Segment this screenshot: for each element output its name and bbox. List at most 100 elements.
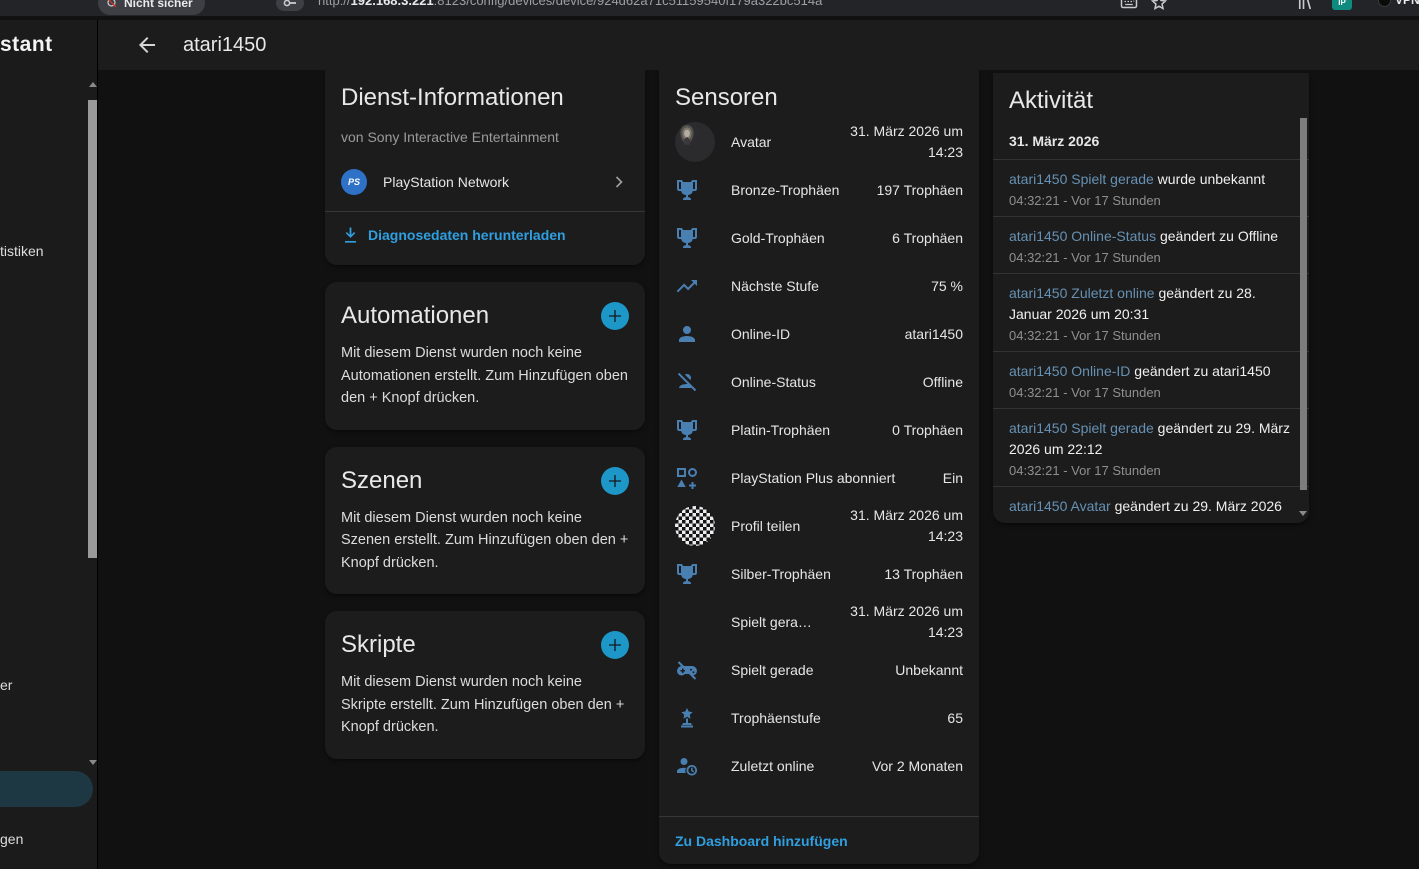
sensor-row[interactable]: Online-ID atari1450 <box>659 310 979 358</box>
back-arrow-icon[interactable] <box>135 33 159 57</box>
share-profile-qr-image <box>675 506 715 546</box>
sensor-value: atari1450 <box>905 324 963 345</box>
plus-icon <box>607 637 623 653</box>
sensor-row[interactable]: Platin-Trophäen 0 Trophäen <box>659 406 979 454</box>
activity-scrollbar-thumb[interactable] <box>1300 118 1307 490</box>
blank-icon <box>675 610 699 634</box>
logbook-entity-link[interactable]: atari1450 Zuletzt online <box>1009 285 1155 301</box>
sensor-row[interactable]: Profil teilen 31. März 2026 um 14:23 <box>659 502 979 550</box>
sensor-label: Gold-Trophäen <box>731 230 876 246</box>
sensor-icon-slot <box>675 122 715 162</box>
plus-icon <box>607 308 623 324</box>
account-icon <box>675 322 699 346</box>
logbook-entry: atari1450 Zuletzt online geändert zu 28.… <box>993 273 1309 351</box>
sidebar-scrollbar[interactable] <box>88 80 97 780</box>
trophy-icon <box>675 418 699 442</box>
empty-state-card: Skripte Mit diesem Dienst wurden noch ke… <box>325 611 645 759</box>
sensor-label: Nächste Stufe <box>731 278 915 294</box>
sensor-row[interactable]: Silber-Trophäen 13 Trophäen <box>659 550 979 598</box>
logbook-entry: atari1450 Online-Status geändert zu Offl… <box>993 216 1309 273</box>
sensor-value: Ein <box>943 468 963 489</box>
sensor-row[interactable]: Avatar 31. März 2026 um 14:23 <box>659 118 979 166</box>
logbook-entity-link[interactable]: atari1450 Spielt gerade <box>1009 420 1154 436</box>
sensors-title: Sensoren <box>675 82 963 114</box>
add-button[interactable] <box>601 302 629 330</box>
download-diagnostics-link[interactable]: Diagnosedaten herunterladen <box>325 212 645 258</box>
sidebar-item-statistiken-fragment[interactable]: tistiken <box>0 243 44 259</box>
vpn-extension[interactable]: VPN <box>1378 0 1419 7</box>
account-off-icon <box>675 370 699 394</box>
plus-icon <box>607 473 623 489</box>
sensor-icon-slot <box>675 466 715 490</box>
sidebar-selected-item[interactable] <box>0 771 93 807</box>
add-button[interactable] <box>601 467 629 495</box>
empty-card-body: Mit diesem Dienst wurden noch keine Auto… <box>341 342 629 410</box>
logbook-message: atari1450 Online-Status geändert zu Offl… <box>1009 226 1293 247</box>
sidebar-item-benachrichtigungen-fragment[interactable]: gen <box>0 831 23 847</box>
sensor-label: Spielt gerade <box>731 662 879 678</box>
add-button[interactable] <box>601 631 629 659</box>
account-clock-icon <box>675 754 699 778</box>
url-scheme: http:// <box>318 0 351 8</box>
add-to-dashboard-link[interactable]: Zu Dashboard hinzufügen <box>659 817 979 864</box>
logbook-message: atari1450 Avatar geändert zu 29. März 20… <box>1009 496 1293 517</box>
sensor-row[interactable]: Spielt gerade Unbekannt <box>659 646 979 694</box>
logbook-entity-link[interactable]: atari1450 Spielt gerade <box>1009 171 1154 187</box>
sensor-row[interactable]: PlayStation Plus abonniert Ein <box>659 454 979 502</box>
sensor-icon-slot <box>675 178 715 202</box>
sensor-label: Online-ID <box>731 326 889 342</box>
bookmark-star-icon[interactable] <box>1150 0 1168 12</box>
sensor-icon-slot <box>675 418 715 442</box>
sensor-label: PlayStation Plus abonniert <box>731 470 927 486</box>
sensor-row[interactable]: Spielt gera… 31. März 2026 um 14:23 <box>659 598 979 646</box>
toolbar-lines-icon[interactable] <box>1296 0 1314 12</box>
screen: Nicht sicher http://192.168.3.221:8123/c… <box>0 0 1419 869</box>
logbook-timestamp: 04:32:21 - Vor 17 Stunden <box>1009 328 1293 343</box>
sensor-icon-slot <box>675 754 715 778</box>
logbook-message: atari1450 Online-ID geändert zu atari145… <box>1009 361 1293 382</box>
activity-scroll-down-icon[interactable] <box>1299 511 1307 516</box>
sensor-value: 31. März 2026 um 14:23 <box>831 601 963 643</box>
trending-up-icon <box>675 274 699 298</box>
logbook-change-text: geändert zu 29. März 2026 <box>1115 498 1282 514</box>
keyboard-icon[interactable] <box>1120 0 1138 12</box>
url-chip[interactable] <box>276 0 304 11</box>
sensor-row[interactable]: Trophäenstufe 65 <box>659 694 979 742</box>
device-page-content: Dienst-Informationen von Sony Interactiv… <box>98 70 1419 869</box>
sensor-value: 31. März 2026 um 14:23 <box>831 121 963 163</box>
sensor-icon-slot <box>675 322 715 346</box>
not-secure-chip[interactable]: Nicht sicher <box>98 0 205 15</box>
logbook-change-text: geändert zu atari1450 <box>1134 363 1270 379</box>
playstation-shapes-icon <box>675 466 699 490</box>
ip-extension-badge[interactable]: IP <box>1332 0 1352 10</box>
sensor-label: Avatar <box>731 134 815 150</box>
empty-card-title: Szenen <box>341 465 422 497</box>
sensor-value: 197 Trophäen <box>877 180 963 201</box>
logbook-entity-link[interactable]: atari1450 Online-ID <box>1009 363 1130 379</box>
logbook-entity-link[interactable]: atari1450 Online-Status <box>1009 228 1156 244</box>
url-text[interactable]: http://192.168.3.221:8123/config/devices… <box>318 0 822 8</box>
sensor-row[interactable]: Bronze-Trophäen 197 Trophäen <box>659 166 979 214</box>
sensor-value: Unbekannt <box>895 660 963 681</box>
sensor-row[interactable]: Zuletzt online Vor 2 Monaten <box>659 742 979 790</box>
scroll-down-icon[interactable] <box>89 760 97 765</box>
sensor-row[interactable]: Gold-Trophäen 6 Trophäen <box>659 214 979 262</box>
sensor-value: 75 % <box>931 276 963 297</box>
avatar-image <box>675 122 715 162</box>
integration-row[interactable]: PS PlayStation Network <box>341 162 629 202</box>
sensor-icon-slot <box>675 562 715 586</box>
sensor-label: Bronze-Trophäen <box>731 182 861 198</box>
empty-card-body: Mit diesem Dienst wurden noch keine Szen… <box>341 507 629 575</box>
download-icon <box>341 226 360 245</box>
logbook-message: atari1450 Zuletzt online geändert zu 28.… <box>1009 283 1293 325</box>
sensor-row[interactable]: Nächste Stufe 75 % <box>659 262 979 310</box>
sensor-row[interactable]: Online-Status Offline <box>659 358 979 406</box>
logbook-change-text: geändert zu Offline <box>1160 228 1278 244</box>
sidebar-item-fragment[interactable]: er <box>0 677 12 693</box>
logbook-entity-link[interactable]: atari1450 Avatar <box>1009 498 1111 514</box>
sidebar-scrollbar-thumb[interactable] <box>88 100 97 558</box>
empty-state-card: Automationen Mit diesem Dienst wurden no… <box>325 282 645 430</box>
empty-state-card: Szenen Mit diesem Dienst wurden noch kei… <box>325 447 645 595</box>
scroll-up-icon[interactable] <box>89 82 97 87</box>
sensor-label: Platin-Trophäen <box>731 422 876 438</box>
